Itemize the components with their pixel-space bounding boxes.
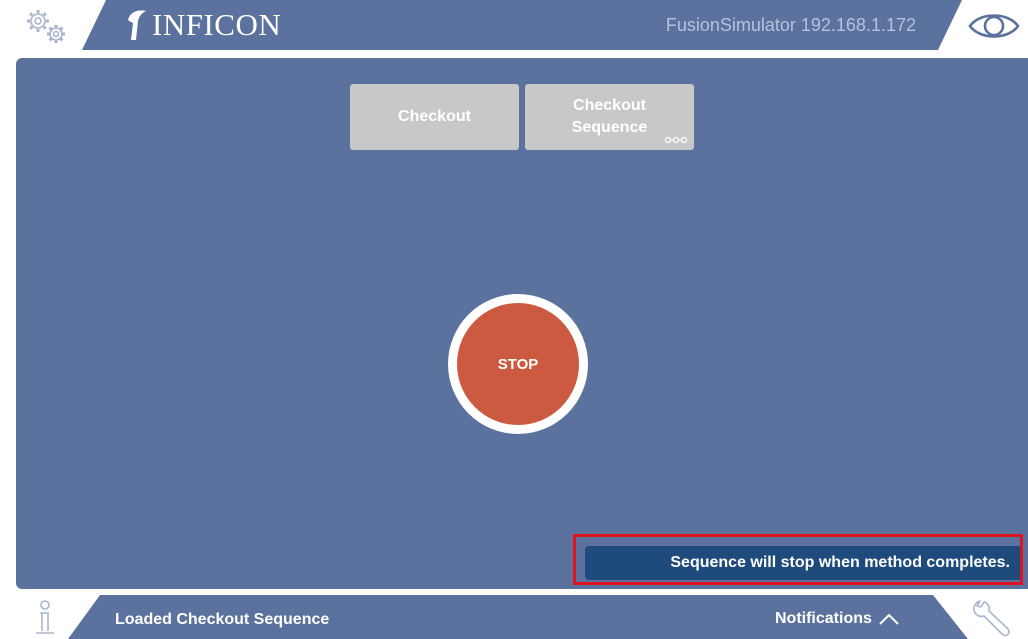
status-message: Sequence will stop when method completes… xyxy=(585,546,1020,580)
eye-icon[interactable] xyxy=(966,8,1022,44)
checkout-button[interactable]: Checkout xyxy=(350,84,519,150)
gears-icon[interactable] xyxy=(20,6,76,46)
notifications-button[interactable]: Notifications xyxy=(775,607,900,631)
wrench-icon[interactable] xyxy=(968,598,1012,638)
bottom-bar: Loaded Checkout Sequence Notifications xyxy=(0,595,1028,639)
status-message-text: Sequence will stop when method completes… xyxy=(670,554,1010,571)
stop-button-label: STOP xyxy=(497,355,539,373)
top-bar: INFICON FusionSimulator 192.168.1.172 xyxy=(0,0,1028,50)
device-label: FusionSimulator 192.168.1.172 xyxy=(665,15,916,35)
info-icon[interactable] xyxy=(30,599,60,637)
stop-button[interactable]: STOP xyxy=(448,294,588,434)
chevron-up-icon xyxy=(879,613,899,625)
checkout-sequence-label-line1: Checkout xyxy=(573,97,646,114)
notifications-label: Notifications xyxy=(775,610,872,627)
inficon-logo-mark-icon xyxy=(128,10,146,40)
checkout-sequence-label-line2: Sequence xyxy=(571,119,648,136)
checkout-sequence-button[interactable]: Checkout Sequence xyxy=(525,84,694,150)
stop-button-face: STOP xyxy=(457,303,579,425)
checkout-button-label: Checkout xyxy=(398,108,471,125)
main-panel: Checkout Checkout Sequence STOP Sequence… xyxy=(16,58,1028,589)
inficon-logo: INFICON xyxy=(124,5,281,45)
loaded-status-text: Loaded Checkout Sequence xyxy=(115,611,330,628)
brand-name: INFICON xyxy=(152,7,282,42)
sequence-dots-icon xyxy=(664,136,688,144)
